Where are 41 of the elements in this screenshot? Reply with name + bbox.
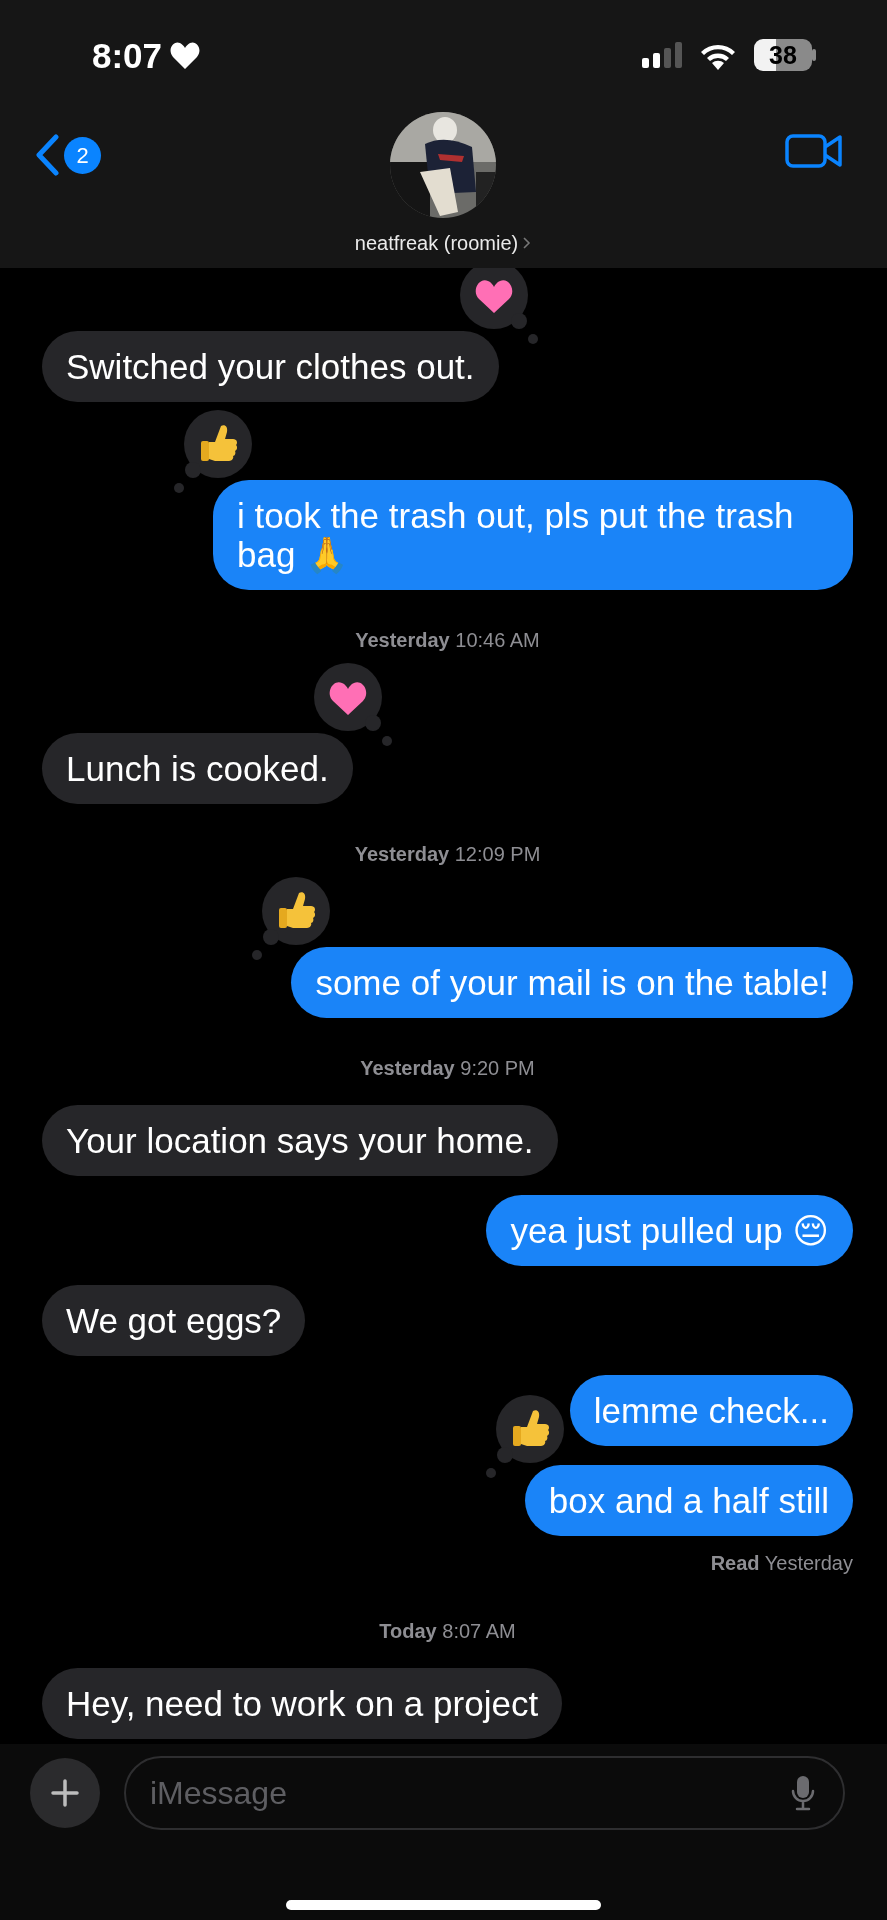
clock-time: 8:07	[92, 37, 163, 73]
back-button[interactable]: 2	[34, 134, 101, 176]
sent-message[interactable]: lemme check...	[569, 1375, 853, 1446]
video-camera-icon	[785, 134, 843, 168]
reaction-tail-drawing	[484, 1445, 515, 1479]
received-message[interactable]: We got eggs?	[42, 1285, 306, 1356]
received-message[interactable]: Your location says your home.	[42, 1105, 558, 1176]
reaction-badge[interactable]	[313, 663, 382, 731]
reaction-tail-drawing	[173, 460, 203, 494]
thumbs-up-icon	[512, 1410, 549, 1446]
plus-icon	[51, 1779, 79, 1807]
reaction-badge[interactable]	[459, 268, 528, 329]
sent-message[interactable]: i took the trash out, pls put the trash bag 🙏	[213, 480, 853, 590]
timestamp: Today 8:07 AM	[378, 1619, 517, 1644]
reaction-badge[interactable]	[184, 410, 252, 478]
sent-message[interactable]: box and a half still	[524, 1465, 853, 1536]
reaction-badge[interactable]	[262, 877, 331, 945]
timestamp: Yesterday 12:09 PM	[353, 842, 542, 867]
received-message[interactable]: Hey, need to work on a project	[42, 1668, 563, 1739]
back-chevron-icon	[34, 134, 60, 176]
heart-icon	[329, 682, 366, 715]
microphone-icon[interactable]	[791, 1775, 815, 1811]
received-message[interactable]: Switched your clothes out.	[42, 331, 499, 402]
read-receipt: Read Yesterday	[709, 1551, 853, 1576]
thumbs-up-icon	[201, 425, 238, 461]
video-call-button[interactable]	[785, 134, 843, 168]
sent-message[interactable]: some of your mail is on the table!	[291, 947, 853, 1018]
heart-icon	[475, 280, 512, 313]
battery-tip-icon	[812, 49, 817, 61]
thumbs-up-icon	[279, 892, 316, 928]
chevron-right-icon	[522, 236, 532, 250]
received-message[interactable]: Lunch is cooked.	[42, 733, 353, 804]
signal-icon	[642, 42, 682, 68]
reaction-badge[interactable]	[495, 1395, 564, 1463]
sent-message[interactable]: yea just pulled up 😔	[486, 1195, 853, 1266]
contact-name-link[interactable]: neatfreak (roomie)	[354, 228, 532, 258]
unread-badge: 2	[64, 136, 101, 174]
message-input-field[interactable]: iMessage	[124, 1756, 845, 1830]
timestamp: Yesterday 9:20 PM	[359, 1056, 536, 1081]
heart-icon	[170, 41, 201, 69]
timestamp: Yesterday 10:46 AM	[354, 628, 541, 653]
